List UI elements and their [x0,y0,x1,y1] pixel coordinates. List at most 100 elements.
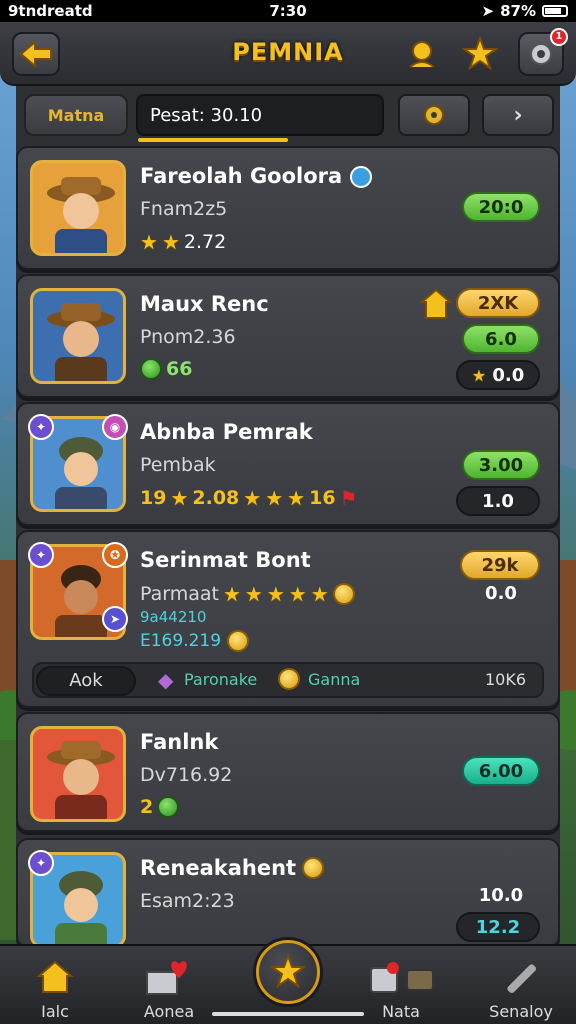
stats-row: 19 ★ 2.08 ★ ★ ★ 16 ⚑ [140,486,357,510]
character-name: Maux Renc [140,292,269,316]
trophy-icon [409,41,435,68]
value-pill[interactable]: 6.00 [462,756,540,786]
star-icon: ★ [222,582,241,606]
secondary-pill[interactable]: 12.2 [456,912,540,942]
badge-pill[interactable]: 2XK [456,288,540,318]
stat-code: 9a44210 [140,608,207,626]
location-icon: ➤ [481,2,495,20]
category-tab[interactable]: Matna [24,94,128,136]
character-card[interactable]: ✦ ◉ Abnba Pemrak Pembak 19 ★ 2.08 ★ ★ ★ … [16,402,560,526]
character-avatar-icon [47,741,115,819]
clock-time: 7:30 [269,2,307,20]
character-avatar-icon [47,177,115,253]
star-icon: ★ [471,366,487,385]
status-bar: 9tndreatd 7:30 ➤ 87% [0,0,576,22]
green-coin-icon [157,796,180,818]
info-icon[interactable] [349,166,372,188]
star-icon: ★ [161,230,180,254]
secondary-pill[interactable]: ★ 0.0 [456,360,540,390]
gold-coin-icon [227,630,250,652]
favorites-button[interactable] [460,34,500,74]
chest-icon [370,962,434,993]
element-badge-icon: ◉ [102,414,128,440]
character-subtitle: Pembak [140,454,216,476]
star-icon: ★ [243,486,262,510]
gear-icon [530,43,552,65]
character-subtitle: Parmaat ★ ★ ★ ★ ★ [140,582,355,606]
character-name: Fareolah Goolora [140,164,372,188]
character-name: Serinmat Bont [140,548,311,572]
star-icon: ★ [170,486,189,510]
chevron-right-icon: › [513,102,523,128]
tag-label-1[interactable]: Paronake [184,670,257,689]
character-avatar-icon [47,303,115,381]
center-favorite-button[interactable] [256,940,320,1004]
star-icon: ★ [310,582,329,606]
character-portrait [30,288,126,384]
house-badge-icon [419,288,453,320]
next-page-button[interactable]: › [482,94,554,136]
flag-icon: ⚑ [339,486,358,510]
action-row: Aok ◆ Paronake Ganna 10K6 [32,662,544,698]
character-card[interactable]: Fareolah Goolora Fnam2z5 ★ ★ 2.72 20:0 [16,146,560,270]
status-right: ➤ 87% [368,2,568,20]
character-name-text: Fareolah Goolora [140,164,343,188]
nav-label: Aonea [143,1002,195,1021]
class-badge-icon: ✦ [28,850,54,876]
stat-code-secondary-text: E169.219 [140,631,222,651]
top-header: PEMNIA 1 [0,22,576,86]
aok-button[interactable]: Aok [36,666,136,696]
character-subtitle: Dv716.92 [140,764,233,786]
currency-value: 66 [166,358,193,380]
gold-coin-icon [332,583,355,605]
nav-item-home[interactable]: Ialc [0,954,110,1024]
value-pill[interactable]: 3.00 [462,450,540,480]
rank-badge-icon: ➤ [102,606,128,632]
gold-coin-icon [302,857,325,879]
star-icon: ★ [140,230,158,254]
character-name: Fanlnk [140,730,219,754]
secondary-pill[interactable]: 1.0 [456,486,540,516]
value-pill[interactable]: 20:0 [462,192,540,222]
search-input[interactable] [136,94,384,136]
character-card[interactable]: ✦ Reneakahent Esam2:23 10.0 12.2 [16,838,560,948]
badge-pill[interactable]: 29k [460,550,540,580]
currency-row: 2 [140,796,180,818]
nav-item-tools[interactable]: Senaloy [466,954,576,1024]
character-card[interactable]: Fanlnk Dv716.92 2 6.00 [16,712,560,832]
star-icon: ★ [265,486,284,510]
filter-bar: Matna › [18,90,558,144]
value-text: 10.0 [478,885,524,906]
stat-value: 2.08 [192,487,240,509]
battery-icon [542,5,568,17]
trophy-button[interactable] [402,34,442,74]
character-subtitle: Fnam2z5 [140,198,228,220]
character-name: Abnba Pemrak [140,420,313,444]
nav-item-inbox[interactable]: Aonea [114,954,224,1024]
settings-button[interactable]: 1 [518,28,568,76]
character-card-expanded[interactable]: ✦ ✪ ➤ Serinmat Bont Parmaat ★ ★ ★ ★ ★ 9a… [16,530,560,708]
rating-value: 2.72 [183,231,227,253]
star-icon: ★ [266,582,285,606]
cog-icon [424,105,444,125]
character-card[interactable]: Maux Renc Pnom2.36 66 2XK 6.0 ★ 0.0 [16,274,560,398]
home-indicator [212,1012,364,1016]
star-icon: ★ [287,486,306,510]
tag-label-2[interactable]: Ganna [308,670,360,689]
filter-settings-button[interactable] [398,94,470,136]
character-name-text: Reneakahent [140,856,297,880]
value-pill[interactable]: 6.0 [462,324,540,354]
character-subtitle-text: Parmaat [140,583,219,605]
currency-row: 66 [140,358,192,380]
stat-count: 16 [309,487,336,509]
star-badge-icon [462,36,498,71]
home-icon [36,960,74,993]
star-icon: ★ [244,582,263,606]
star-icon: ★ [288,582,307,606]
carrier-label: 9tndreatd [8,2,93,20]
green-coin-icon [140,358,162,380]
value-text: 0.0 [485,583,517,604]
character-subtitle: Pnom2.36 [140,326,236,348]
element-badge-icon: ✪ [102,542,128,568]
character-subtitle: Esam2:23 [140,890,235,912]
